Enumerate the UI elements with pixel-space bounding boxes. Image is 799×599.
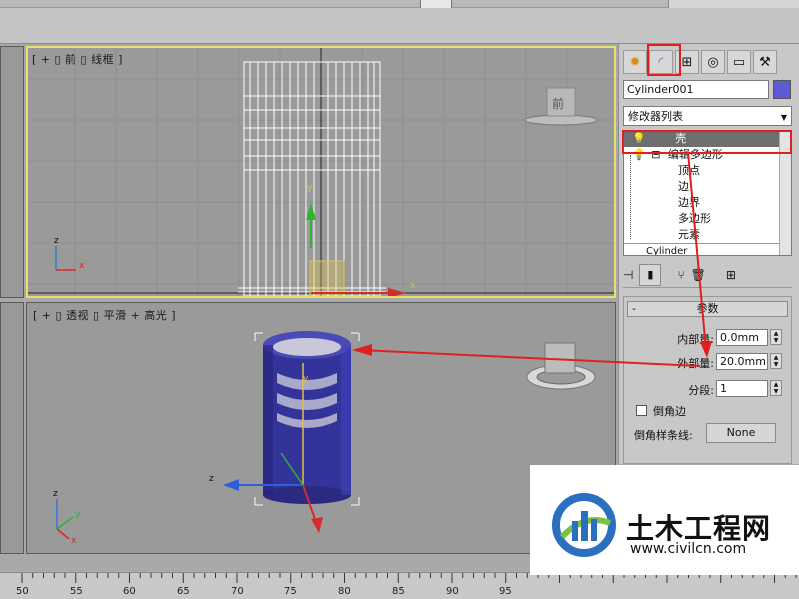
persp-axis-z-label: z — [53, 489, 58, 499]
stack-item-edge[interactable]: 边 — [624, 179, 791, 195]
persp-gizmo-z-label: z — [209, 474, 214, 484]
stack-item-vertex[interactable]: 顶点 — [624, 163, 791, 179]
chevron-down-icon: ▼ — [780, 113, 787, 122]
rollout-header[interactable]: - 参数 — [627, 301, 788, 317]
front-viewport-scene: y x z x 前 — [28, 48, 614, 296]
modify-tab-highlight — [647, 44, 681, 76]
toolbar-tab-right[interactable] — [668, 0, 799, 8]
segments-field[interactable]: 1 — [716, 380, 768, 397]
object-name-field[interactable]: Cylinder001 — [623, 80, 769, 99]
configure-sets-icon[interactable]: ⊞ — [726, 268, 736, 282]
modifier-list-label: 修改器列表 — [628, 110, 683, 123]
persp-axis-x-label: x — [71, 536, 77, 546]
shell-item-highlight — [622, 130, 792, 154]
tick-label: 55 — [70, 586, 83, 597]
rollout-toggle: - — [632, 302, 636, 315]
motion-icon[interactable]: ◎ — [701, 50, 725, 74]
object-color-swatch[interactable] — [773, 80, 791, 99]
tick-label: 85 — [392, 586, 405, 597]
inner-amount-field[interactable]: 0.0mm — [716, 329, 768, 346]
axis-z-label: z — [54, 236, 59, 246]
perspective-viewport-scene: y z z y x — [53, 331, 596, 546]
bevel-spline-button[interactable]: None — [706, 423, 776, 443]
top-toolbar — [0, 0, 799, 44]
gizmo-y-label: y — [307, 183, 313, 193]
stack-toolbar: ⊣ ▮ ⑂ 🗑 ⊞ — [623, 262, 792, 288]
make-unique-icon[interactable]: ⑂ — [677, 268, 684, 282]
app-window: [ + ▯ 前 ▯ 线框 ] y x z x 前 [+ ▯ 透视 ▯ 平滑 +… — [0, 0, 799, 599]
toolbar-strip — [0, 0, 799, 8]
civilcn-logo-icon — [552, 493, 616, 557]
bevel-edges-label: 倒角边 — [653, 405, 686, 418]
inner-amount-label: 内部量: — [677, 333, 714, 346]
left-viewport-top[interactable] — [0, 46, 24, 298]
pin-stack-icon[interactable]: ⊣ — [623, 268, 633, 282]
command-panel: ✹ ◜ ⊞ ◎ ▭ ⚒ Cylinder001 修改器列表 ▼ 💡 壳 💡 ⊟ … — [618, 44, 799, 464]
perspective-viewport[interactable]: [ + ▯ 透视 ▯ 平滑 + 高光 ] y z z y x — [26, 302, 616, 554]
left-viewport-bottom[interactable] — [0, 302, 24, 554]
parameters-rollout: - 参数 内部量: 0.0mm ▲ ▼ 外部量: 20.0mm ▲ ▼ 分段: 1 … — [623, 296, 792, 464]
stack-item-cylinder[interactable]: Cylinder — [624, 243, 791, 255]
inner-amount-spinner[interactable]: ▲ ▼ — [770, 329, 782, 345]
watermark: 土木工程网 www.civilcn.com — [530, 465, 799, 575]
rollout-title: 参数 — [696, 302, 719, 315]
tick-label: 95 — [499, 586, 512, 597]
utilities-icon[interactable]: ⚒ — [753, 50, 777, 74]
persp-axis-y-label: y — [75, 510, 81, 520]
remove-modifier-icon[interactable]: 🗑 — [691, 268, 706, 282]
viewcube-label[interactable]: 前 — [552, 96, 564, 111]
toolbar-tab[interactable] — [420, 0, 452, 8]
tick-label: 75 — [284, 586, 297, 597]
timeline-ruler[interactable]: 50 55 60 65 70 75 80 85 90 95 — [0, 572, 799, 599]
persp-gizmo-y-label: y — [303, 374, 309, 384]
tree-line — [630, 155, 631, 239]
show-end-result-icon[interactable]: ▮ — [639, 263, 662, 286]
gizmo-x-label: x — [410, 281, 416, 291]
tick-label: 70 — [231, 586, 244, 597]
segments-spinner[interactable]: ▲ ▼ — [770, 380, 782, 396]
segments-label: 分段: — [688, 384, 714, 397]
tick-label: 65 — [177, 586, 190, 597]
outer-amount-field[interactable]: 20.0mm — [716, 353, 768, 370]
bevel-edges-checkbox[interactable] — [636, 405, 647, 416]
outer-amount-spinner[interactable]: ▲ ▼ — [770, 353, 782, 369]
bevel-spline-label: 倒角样条线: — [634, 429, 693, 442]
tick-label: 60 — [123, 586, 136, 597]
stack-item-polygon[interactable]: 多边形 — [624, 211, 791, 227]
tick-label: 80 — [338, 586, 351, 597]
stack-item-element[interactable]: 元素 — [624, 227, 791, 243]
blue-cup[interactable] — [263, 331, 351, 504]
modifier-list-dropdown[interactable]: 修改器列表 ▼ — [623, 106, 792, 126]
axis-x-label: x — [79, 261, 85, 271]
tick-label: 50 — [16, 586, 29, 597]
outer-amount-label: 外部量: — [677, 357, 714, 370]
stack-item-border[interactable]: 边界 — [624, 195, 791, 211]
display-icon[interactable]: ▭ — [727, 50, 751, 74]
tick-label: 90 — [446, 586, 459, 597]
watermark-url: www.civilcn.com — [630, 541, 747, 557]
create-icon[interactable]: ✹ — [623, 50, 647, 74]
front-viewport[interactable]: [ + ▯ 前 ▯ 线框 ] y x z x 前 — [26, 46, 616, 298]
